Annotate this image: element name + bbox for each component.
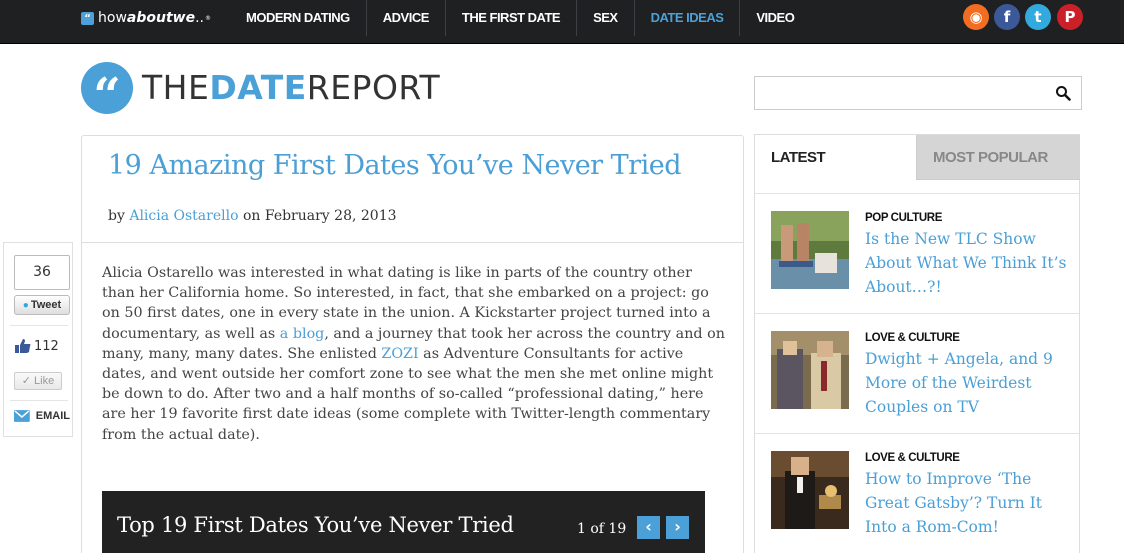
prev-slide-button[interactable]: ‹ (637, 516, 660, 539)
divider (10, 325, 68, 326)
search-input[interactable] (761, 83, 1041, 103)
story-category[interactable]: LOVE & CULTURE (865, 332, 960, 344)
share-rail: 36 ● Tweet 112 ✓ Like EMAIL (3, 242, 73, 437)
brand-right: REPORT (306, 68, 441, 107)
list-item[interactable]: LOVE & CULTURE Dwight + Angela, and 9 Mo… (755, 313, 1079, 433)
zozi-link[interactable]: ZOZI (381, 346, 418, 362)
byline-by: by (108, 208, 125, 224)
logo-how: how (98, 10, 127, 26)
email-button[interactable]: EMAIL (14, 405, 70, 427)
logo-dots: .. (195, 10, 204, 26)
search-icon[interactable] (1055, 85, 1071, 101)
byline-date: on February 28, 2013 (242, 208, 397, 224)
tab-most-popular[interactable]: MOST POPULAR (916, 135, 1080, 180)
email-label: EMAIL (35, 410, 70, 422)
like-label: Like (34, 375, 55, 387)
pinterest-icon[interactable]: P (1057, 4, 1083, 30)
nav-modern-dating[interactable]: MODERN DATING (230, 0, 367, 36)
search-box (754, 76, 1082, 110)
list-item[interactable]: LOVE & CULTURE How to Improve ‘The Great… (755, 433, 1079, 553)
divider (10, 400, 68, 401)
tweet-count: 36 (14, 255, 70, 290)
quote-icon: “ (81, 11, 94, 25)
story-category[interactable]: POP CULTURE (865, 212, 942, 224)
like-button[interactable]: ✓ Like (14, 372, 62, 390)
rss-icon[interactable]: ◉ (963, 4, 989, 30)
slide-counter: 1 of 19 (577, 521, 627, 537)
howaboutwe-logo[interactable]: “ how about we.. ® (81, 9, 211, 27)
date-report-quote-icon[interactable]: “ (81, 62, 133, 124)
nav-sex[interactable]: SEX (577, 0, 635, 36)
tab-divider (916, 179, 1080, 180)
logo-we: we (172, 10, 196, 26)
twitter-icon[interactable]: t (1025, 4, 1051, 30)
nav-the-first-date[interactable]: THE FIRST DATE (446, 0, 578, 36)
nav-video[interactable]: VIDEO (740, 0, 810, 36)
brand-mid: DATE (209, 68, 307, 107)
facebook-icon[interactable]: f (994, 4, 1020, 30)
tab-latest[interactable]: LATEST (755, 135, 916, 180)
slideshow-title: Top 19 First Dates You’ve Never Tried (117, 513, 514, 537)
story-thumbnail[interactable] (771, 331, 849, 409)
sidebar: LATEST MOST POPULAR POP CULTURE Is the N… (754, 134, 1080, 553)
blog-link[interactable]: a blog (280, 326, 325, 342)
logo-tm: ® (204, 14, 211, 22)
fb-count: 112 (34, 338, 59, 354)
article-card: 19 Amazing First Dates You’ve Never Trie… (81, 135, 744, 553)
article-title[interactable]: 19 Amazing First Dates You’ve Never Trie… (108, 150, 682, 181)
tweet-label: Tweet (30, 299, 62, 311)
nav-date-ideas[interactable]: DATE IDEAS (635, 0, 741, 36)
article-body: Alicia Ostarello was interested in what … (102, 263, 728, 445)
next-slide-button[interactable]: › (666, 516, 689, 539)
story-headline[interactable]: How to Improve ‘The Great Gatsby’? Turn … (865, 467, 1070, 539)
tweet-button[interactable]: ● Tweet (14, 295, 70, 315)
story-headline[interactable]: Is the New TLC Show About What We Think … (865, 227, 1070, 299)
nav-advice[interactable]: ADVICE (367, 0, 446, 36)
thumbs-up-icon (15, 339, 31, 353)
top-nav: MODERN DATING ADVICE THE FIRST DATE SEX … (230, 0, 810, 36)
top-bar: “ how about we.. ® MODERN DATING ADVICE THE… (0, 0, 1124, 44)
list-item[interactable]: POP CULTURE Is the New TLC Show About Wh… (755, 193, 1079, 313)
facebook-like-count: 112 (14, 335, 59, 357)
like-check-icon: ✓ (21, 375, 31, 387)
byline: by Alicia Ostarello on February 28, 2013 (108, 208, 397, 224)
author-link[interactable]: Alicia Ostarello (129, 208, 238, 224)
story-thumbnail[interactable] (771, 211, 849, 289)
twitter-bird-icon: ● (22, 300, 29, 311)
brand-left: THE (142, 68, 210, 107)
logo-about: about (126, 10, 173, 26)
article-header: 19 Amazing First Dates You’ve Never Trie… (82, 136, 743, 243)
story-thumbnail[interactable] (771, 451, 849, 529)
story-headline[interactable]: Dwight + Angela, and 9 More of the Weird… (865, 347, 1070, 419)
slideshow-header: Top 19 First Dates You’ve Never Tried 1 … (102, 491, 705, 553)
story-category[interactable]: LOVE & CULTURE (865, 452, 960, 464)
envelope-icon (14, 410, 30, 422)
date-report-logo[interactable]: THEDATEREPORT (142, 68, 440, 107)
